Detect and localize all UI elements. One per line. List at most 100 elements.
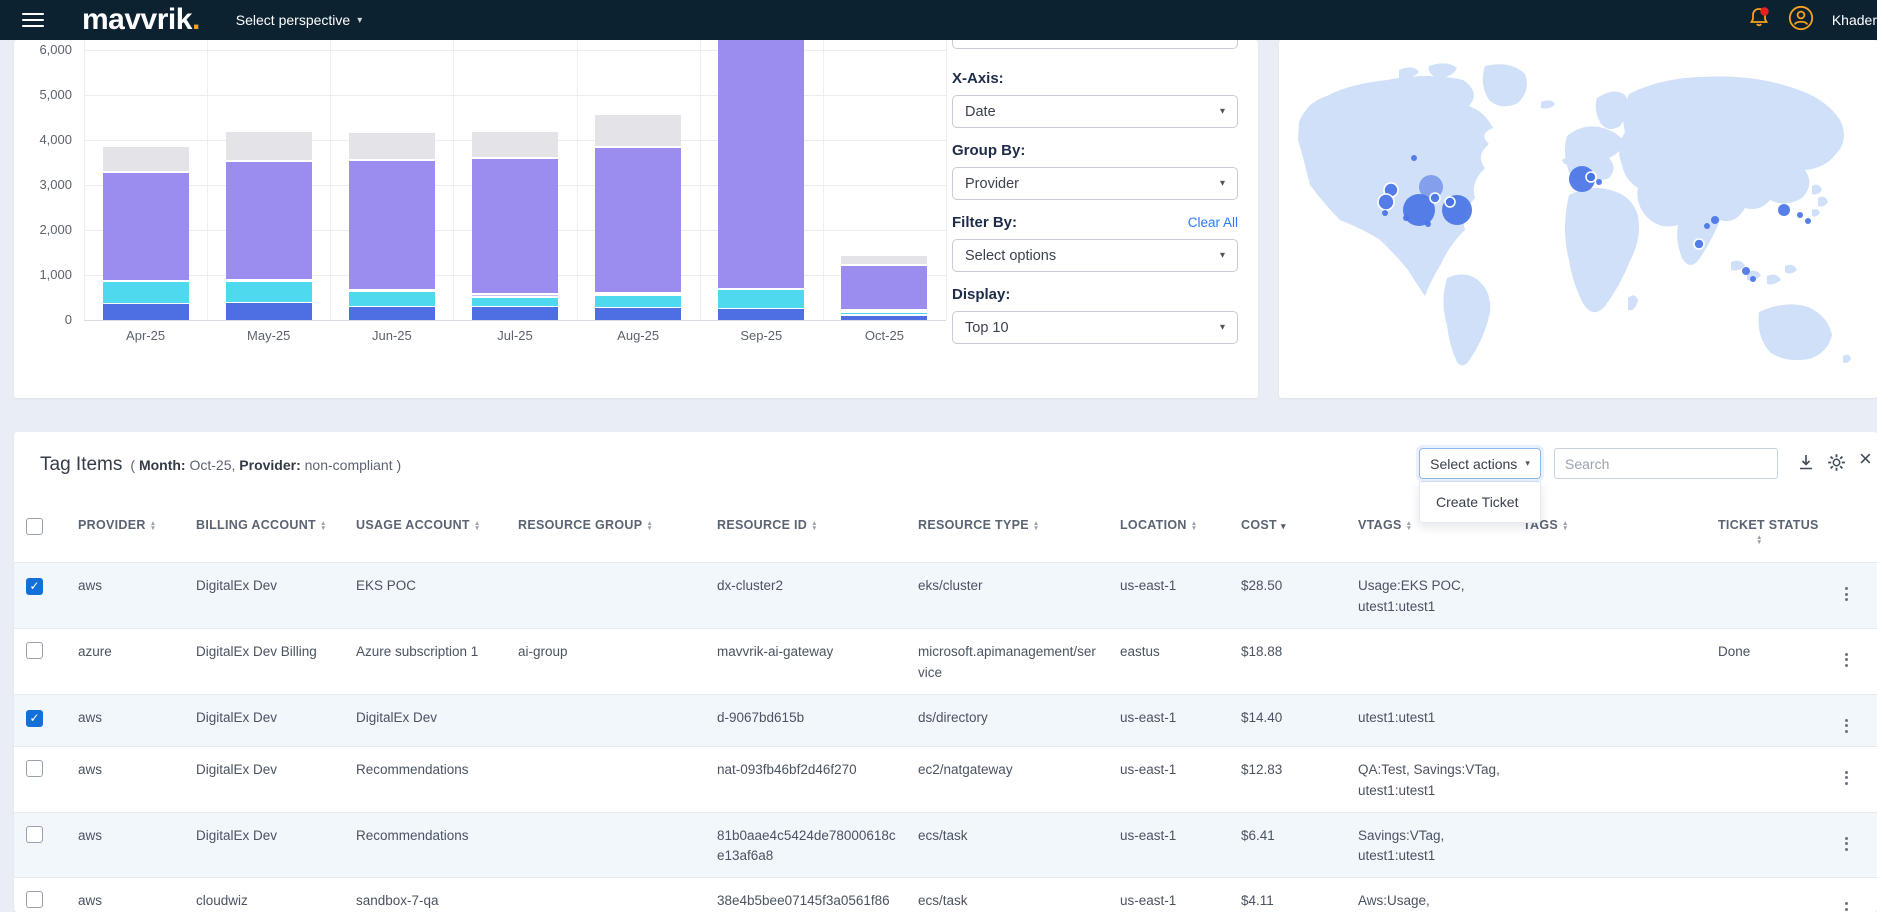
map-region-bubble[interactable] bbox=[1586, 172, 1596, 182]
bar-segment-blue[interactable] bbox=[349, 307, 435, 321]
sort-icon[interactable]: ▲▼ bbox=[1033, 521, 1040, 531]
map-region-bubble[interactable] bbox=[1430, 193, 1440, 203]
map-region-bubble[interactable] bbox=[1704, 223, 1710, 229]
map-region-bubble[interactable] bbox=[1742, 267, 1750, 275]
row-checkbox[interactable] bbox=[26, 891, 43, 908]
table-row[interactable]: awsDigitalEx DevRecommendationsnat-093fb… bbox=[14, 746, 1877, 812]
bar-segment-cyan[interactable] bbox=[226, 281, 312, 302]
bar-segment-blue[interactable] bbox=[472, 307, 558, 320]
row-checkbox[interactable]: ✓ bbox=[26, 710, 43, 727]
bar-segment-blue[interactable] bbox=[841, 316, 927, 321]
bar-segment-gray[interactable] bbox=[103, 146, 189, 171]
column-header-location[interactable]: LOCATION▲▼ bbox=[1108, 500, 1229, 563]
select-all-checkbox[interactable] bbox=[26, 518, 43, 535]
sort-icon[interactable]: ▲▼ bbox=[811, 521, 818, 531]
bar-segment-lavender[interactable] bbox=[595, 293, 681, 294]
bar-segment-lavender[interactable] bbox=[472, 294, 558, 296]
sort-desc-icon[interactable]: ▾ bbox=[1281, 521, 1286, 531]
sort-icon[interactable]: ▲▼ bbox=[1756, 535, 1763, 545]
table-row[interactable]: ✓awsDigitalEx DevDigitalEx Devd-9067bd61… bbox=[14, 694, 1877, 746]
select-perspective-dropdown[interactable]: Select perspective ▾ bbox=[236, 12, 362, 28]
row-kebab-icon[interactable] bbox=[1842, 584, 1851, 604]
table-row[interactable]: awsDigitalEx DevRecommendations81b0aae4c… bbox=[14, 812, 1877, 878]
sort-icon[interactable]: ▲▼ bbox=[474, 521, 481, 531]
row-checkbox[interactable] bbox=[26, 642, 43, 659]
world-map[interactable] bbox=[1279, 40, 1877, 398]
bar-segment-gray[interactable] bbox=[595, 114, 681, 146]
app-logo[interactable]: mavvrik. bbox=[82, 3, 200, 37]
menu-icon[interactable] bbox=[22, 9, 44, 31]
user-name[interactable]: Khader bbox=[1832, 12, 1877, 28]
download-icon[interactable] bbox=[1797, 453, 1815, 476]
map-region-bubble[interactable] bbox=[1382, 210, 1388, 216]
field-select-1[interactable]: Date▾ bbox=[952, 95, 1238, 128]
bar-segment-blue[interactable] bbox=[103, 304, 189, 320]
column-header-provider[interactable]: PROVIDER▲▼ bbox=[66, 500, 184, 563]
bar-segment-lavender[interactable] bbox=[226, 280, 312, 281]
bar-segment-blue[interactable] bbox=[718, 309, 804, 320]
column-header-resource_id[interactable]: RESOURCE ID▲▼ bbox=[705, 500, 906, 563]
column-header-usage_account[interactable]: USAGE ACCOUNT▲▼ bbox=[344, 500, 506, 563]
column-header-billing_account[interactable]: BILLING ACCOUNT▲▼ bbox=[184, 500, 344, 563]
row-kebab-icon[interactable] bbox=[1842, 768, 1851, 788]
bar-segment-cyan[interactable] bbox=[349, 291, 435, 306]
sort-icon[interactable]: ▲▼ bbox=[1406, 521, 1413, 531]
map-region-bubble[interactable] bbox=[1711, 216, 1719, 224]
bar-segment-gray[interactable] bbox=[349, 132, 435, 158]
table-row[interactable]: ✓awsDigitalEx DevEKS POCdx-cluster2eks/c… bbox=[14, 563, 1877, 629]
column-header-ticket_status[interactable]: TICKET STATUS▲▼ bbox=[1706, 500, 1830, 563]
clipped-select[interactable]: ▾ bbox=[952, 40, 1238, 49]
bar-segment-blue[interactable] bbox=[226, 303, 312, 320]
row-checkbox[interactable] bbox=[26, 760, 43, 777]
gear-icon[interactable] bbox=[1827, 453, 1846, 477]
bar-segment-purple[interactable] bbox=[595, 147, 681, 292]
menu-item-create-ticket[interactable]: Create Ticket bbox=[1420, 482, 1540, 522]
field-select-2[interactable]: Provider▾ bbox=[952, 167, 1238, 200]
bar-segment-lavender[interactable] bbox=[349, 290, 435, 291]
row-kebab-icon[interactable] bbox=[1842, 716, 1851, 736]
search-input[interactable] bbox=[1554, 448, 1778, 479]
map-region-bubble[interactable] bbox=[1778, 204, 1790, 216]
bar-segment-cyan[interactable] bbox=[595, 295, 681, 307]
map-region-bubble[interactable] bbox=[1403, 215, 1409, 221]
table-row[interactable]: azureDigitalEx Dev BillingAzure subscrip… bbox=[14, 628, 1877, 694]
map-region-bubble[interactable] bbox=[1805, 218, 1811, 224]
bar-segment-gray[interactable] bbox=[472, 131, 558, 157]
map-region-bubble[interactable] bbox=[1445, 197, 1455, 207]
map-region-bubble[interactable] bbox=[1694, 239, 1704, 249]
map-region-bubble[interactable] bbox=[1378, 194, 1394, 210]
row-checkbox[interactable]: ✓ bbox=[26, 578, 43, 595]
bar-segment-gray[interactable] bbox=[841, 255, 927, 264]
row-kebab-icon[interactable] bbox=[1842, 834, 1851, 854]
row-kebab-icon[interactable] bbox=[1842, 899, 1851, 912]
bar-segment-cyan[interactable] bbox=[103, 281, 189, 303]
column-header-cost[interactable]: COST▾ bbox=[1229, 500, 1346, 563]
sort-icon[interactable]: ▲▼ bbox=[646, 521, 653, 531]
map-region-bubble[interactable] bbox=[1425, 221, 1431, 227]
sort-icon[interactable]: ▲▼ bbox=[150, 521, 157, 531]
bar-segment-purple[interactable] bbox=[472, 158, 558, 293]
bar-segment-purple[interactable] bbox=[349, 160, 435, 289]
sort-icon[interactable]: ▲▼ bbox=[320, 521, 327, 531]
bar-segment-cyan[interactable] bbox=[841, 312, 927, 315]
map-region-bubble[interactable] bbox=[1411, 155, 1417, 161]
bar-segment-lavender[interactable] bbox=[841, 310, 927, 311]
avatar-icon[interactable] bbox=[1788, 5, 1814, 36]
field-select-4[interactable]: Top 10▾ bbox=[952, 311, 1238, 344]
field-select-3[interactable]: Select options▾ bbox=[952, 239, 1238, 272]
sort-icon[interactable]: ▲▼ bbox=[1562, 521, 1569, 531]
select-actions-button[interactable]: Select actions ▾ bbox=[1419, 448, 1541, 479]
table-row[interactable]: awscloudwizsandbox-7-qa38e4b5bee07145f3a… bbox=[14, 878, 1877, 912]
bar-segment-purple[interactable] bbox=[718, 40, 804, 288]
close-icon[interactable]: × bbox=[1859, 448, 1872, 470]
bar-segment-cyan[interactable] bbox=[472, 297, 558, 307]
map-region-bubble[interactable] bbox=[1596, 179, 1602, 185]
row-checkbox[interactable] bbox=[26, 826, 43, 843]
sort-icon[interactable]: ▲▼ bbox=[1191, 521, 1198, 531]
map-region-bubble[interactable] bbox=[1797, 212, 1803, 218]
bar-segment-gray[interactable] bbox=[226, 131, 312, 160]
column-header-resource_type[interactable]: RESOURCE TYPE▲▼ bbox=[906, 500, 1108, 563]
bar-segment-purple[interactable] bbox=[226, 161, 312, 279]
bar-segment-purple[interactable] bbox=[103, 172, 189, 279]
bell-icon[interactable] bbox=[1748, 6, 1770, 35]
